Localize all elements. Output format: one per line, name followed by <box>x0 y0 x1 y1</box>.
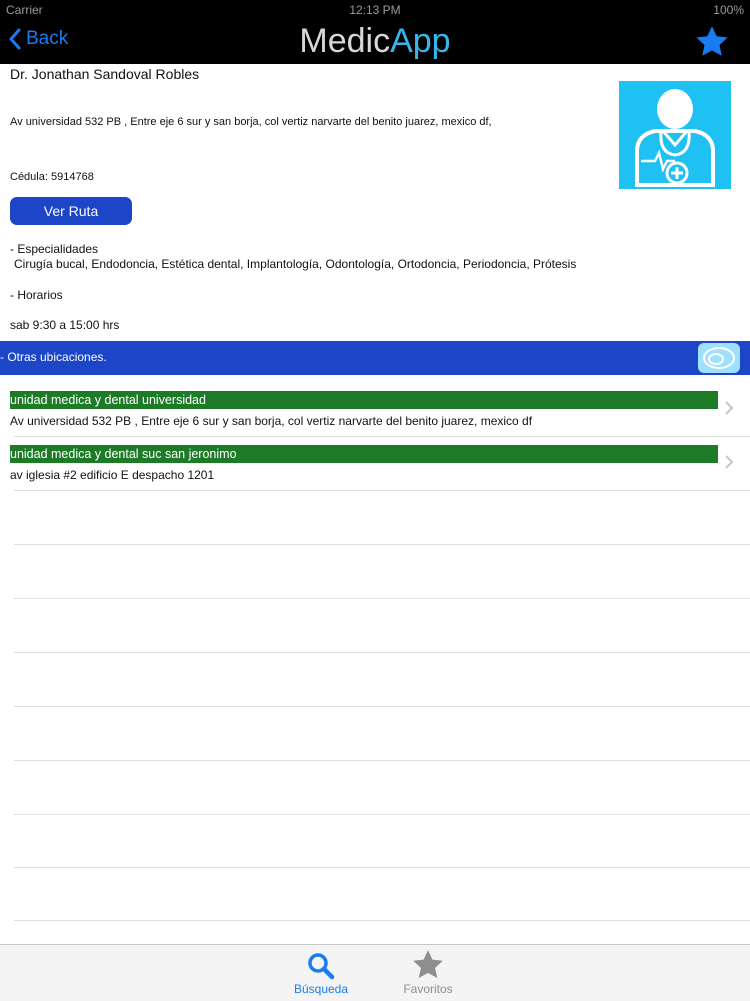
row-separator <box>14 490 750 491</box>
cedula: Cédula: 5914768 <box>10 171 94 183</box>
schedule-heading: - Horarios <box>10 288 63 302</box>
cedula-value: 5914768 <box>50 171 94 183</box>
schedule-value: sab 9:30 a 15:00 hrs <box>10 318 120 332</box>
view-route-button[interactable]: Ver Ruta <box>10 197 132 225</box>
location-name: unidad medica y dental universidad <box>10 391 718 409</box>
chevron-right-icon <box>725 455 734 469</box>
map-button[interactable] <box>698 343 740 373</box>
location-row-universidad[interactable]: unidad medica y dental universidad Av un… <box>0 383 750 436</box>
battery-label: 100% <box>713 3 744 17</box>
clock: 12:13 PM <box>349 3 401 17</box>
app-title-medic: Medic <box>299 22 391 60</box>
tab-favoritos[interactable]: Favoritos <box>368 945 488 1001</box>
row-separator <box>14 544 750 545</box>
doctor-address: Av universidad 532 PB , Entre eje 6 sur … <box>10 116 492 128</box>
tab-bar: Búsqueda Favoritos <box>0 944 750 1001</box>
tab-busqueda[interactable]: Búsqueda <box>261 945 381 1001</box>
location-address: Av universidad 532 PB , Entre eje 6 sur … <box>10 414 533 428</box>
star-icon <box>696 26 728 56</box>
status-bar: Carrier 12:13 PM 100% <box>0 0 750 20</box>
specialties-value: Cirugía bucal, Endodoncia, Estética dent… <box>14 257 577 271</box>
location-name: unidad medica y dental suc san jeronimo <box>10 445 718 463</box>
favorite-button[interactable] <box>694 24 730 65</box>
row-separator <box>14 652 750 653</box>
tab-favoritos-label: Favoritos <box>403 982 453 996</box>
row-separator <box>14 867 750 868</box>
chevron-right-icon <box>725 401 734 415</box>
tab-busqueda-label: Búsqueda <box>293 982 349 996</box>
row-separator <box>14 814 750 815</box>
app-title: MedicApp <box>0 22 750 61</box>
cedula-label: Cédula: <box>10 171 48 183</box>
location-row-san-jeronimo[interactable]: unidad medica y dental suc san jeronimo … <box>0 437 750 490</box>
map-icon <box>703 347 735 369</box>
other-locations-header: - Otras ubicaciones. <box>0 341 750 375</box>
other-locations-label: - Otras ubicaciones. <box>0 350 107 364</box>
row-separator <box>14 920 750 921</box>
row-separator <box>14 598 750 599</box>
row-separator <box>14 706 750 707</box>
app-title-app: App <box>390 22 451 60</box>
search-icon <box>308 953 335 980</box>
star-icon <box>413 950 443 979</box>
doctor-icon <box>635 89 715 187</box>
row-separator <box>14 760 750 761</box>
specialties-heading: - Especialidades <box>10 242 99 256</box>
location-address: av iglesia #2 edificio E despacho 1201 <box>10 468 215 482</box>
navigation-bar: Back MedicApp <box>0 20 750 64</box>
doctor-avatar <box>619 81 731 189</box>
doctor-name: Dr. Jonathan Sandoval Robles <box>10 66 200 82</box>
